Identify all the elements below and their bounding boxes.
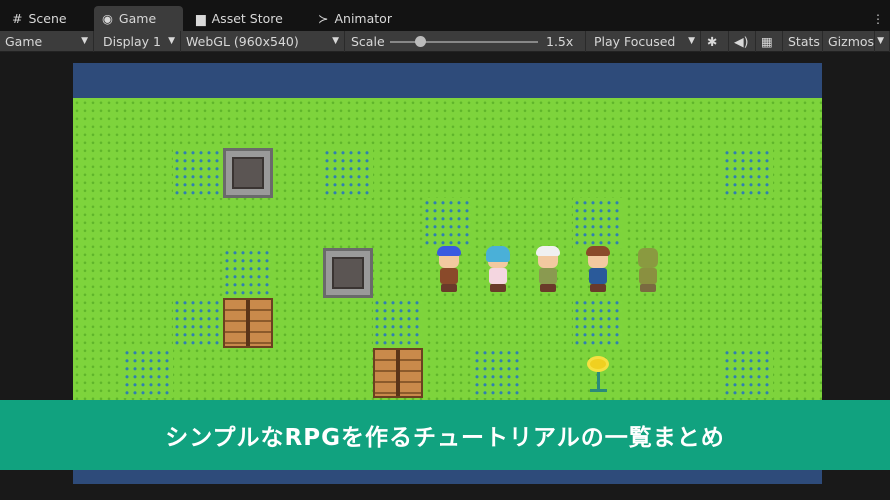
tall-grass (173, 148, 223, 198)
tall-grass (323, 148, 373, 198)
tall-grass (173, 298, 223, 348)
shopping-bag-icon: ▆ (196, 11, 206, 26)
tab-game[interactable]: ◉ Game (94, 6, 183, 31)
sunflower (585, 356, 611, 394)
tall-grass (123, 348, 173, 398)
bug-icon[interactable]: ✱ (702, 31, 729, 52)
animator-icon: ≻ (318, 11, 329, 26)
game-toolbar: Game ▼ Display 1 ▼ WebGL (960x540) ▼ Scale 1… (0, 31, 890, 52)
gizmos-button[interactable]: Gizmos (823, 31, 875, 52)
tab-animator[interactable]: ≻ Animator (310, 6, 410, 31)
wooden-crate (373, 348, 423, 398)
keyboard-icon[interactable]: ▦ (756, 31, 783, 52)
character-girl (482, 246, 512, 294)
chevron-down-icon: ▼ (81, 36, 88, 46)
display-select[interactable]: Display 1 ▼ (98, 31, 181, 52)
grid-icon: # (12, 11, 23, 26)
chevron-down-icon: ▼ (168, 36, 175, 46)
tall-grass (423, 198, 473, 248)
resolution-select[interactable]: WebGL (960x540) ▼ (181, 31, 345, 52)
stone-block (323, 248, 373, 298)
editor-tab-bar: # Scene ◉ Game ▆ Asset Store ≻ Animator ⋮ (0, 0, 890, 31)
banner-title: シンプルなRPGを作るチュートリアルの一覧まとめ (165, 425, 725, 451)
character-hero (433, 246, 463, 294)
tall-grass (223, 248, 273, 298)
tall-grass (723, 348, 773, 398)
gizmos-dropdown[interactable]: ▼ (875, 31, 890, 52)
tall-grass (573, 198, 623, 248)
chevron-down-icon: ▼ (332, 36, 339, 46)
more-options-icon[interactable]: ⋮ (872, 12, 884, 26)
character-villager (582, 246, 612, 294)
gamepad-icon: ◉ (102, 11, 113, 26)
view-select[interactable]: Game ▼ (0, 31, 94, 52)
stats-button[interactable]: Stats (783, 31, 823, 52)
play-mode-select[interactable]: Play Focused ▼ (589, 31, 701, 52)
audio-mute-icon[interactable]: ◀) (729, 31, 756, 52)
tab-scene[interactable]: # Scene (4, 6, 90, 31)
tab-asset-store[interactable]: ▆ Asset Store (188, 6, 298, 31)
title-banner: シンプルなRPGを作るチュートリアルの一覧まとめ (0, 400, 890, 470)
tall-grass (573, 298, 623, 348)
scale-slider-handle[interactable] (415, 36, 426, 47)
tall-grass (373, 298, 423, 348)
tall-grass (473, 348, 523, 398)
chevron-down-icon: ▼ (688, 36, 695, 46)
stone-block (223, 148, 273, 198)
character-goblin (632, 248, 662, 294)
character-elder (532, 246, 562, 294)
scale-slider[interactable] (390, 41, 538, 43)
tall-grass (723, 148, 773, 198)
wooden-crate (223, 298, 273, 348)
chevron-down-icon: ▼ (877, 36, 884, 46)
